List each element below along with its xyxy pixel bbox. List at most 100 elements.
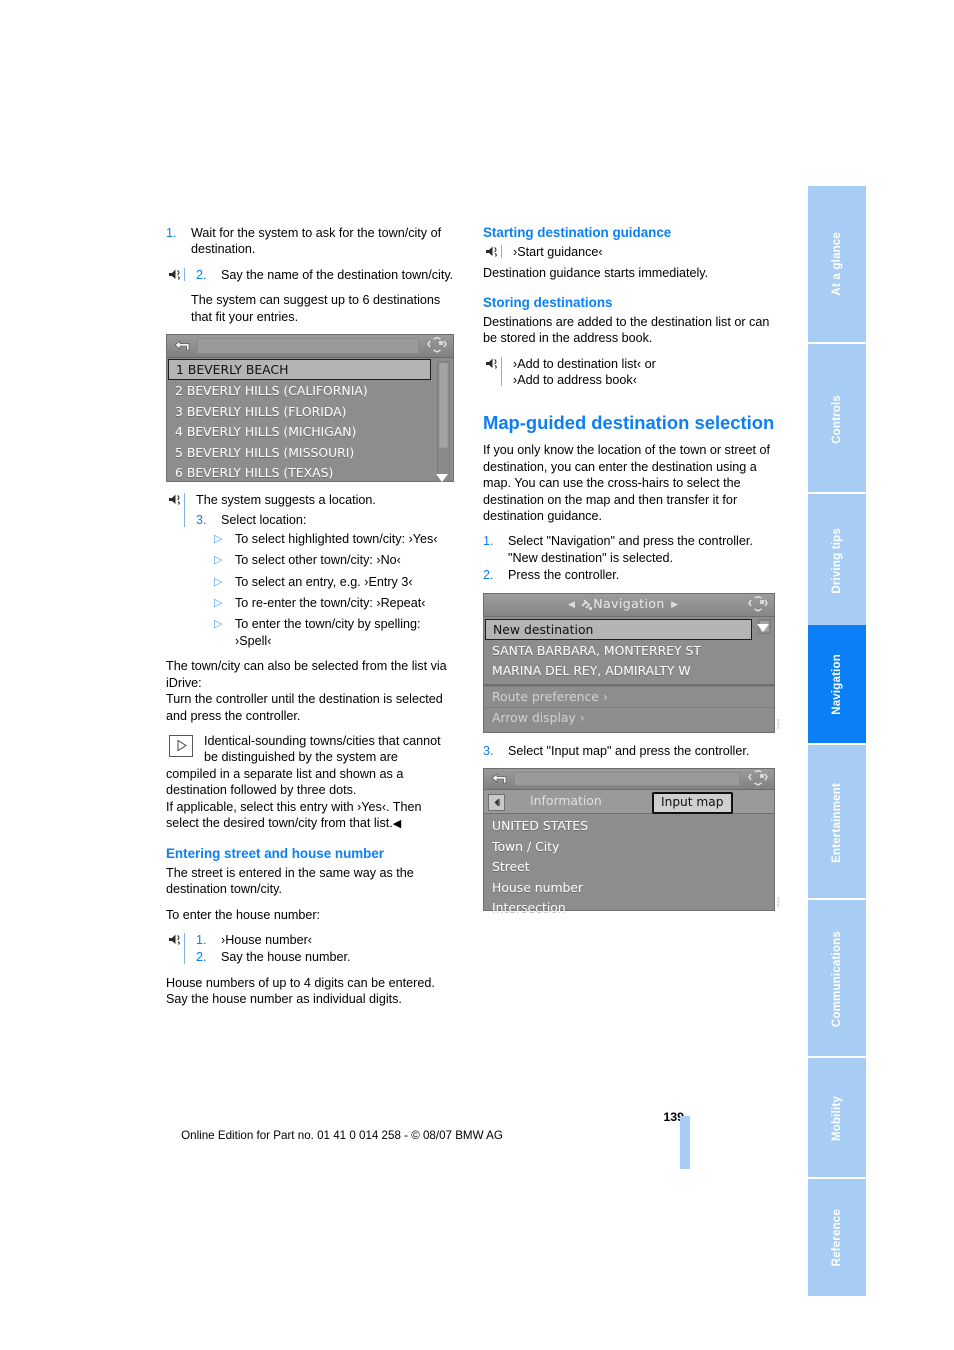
menu-item-route-preference[interactable]: Route preference ›	[484, 685, 774, 707]
next-menu-arrow-icon[interactable]: ▶	[671, 596, 678, 612]
map-steps: 1. Select "Navigation" and press the con…	[483, 533, 775, 583]
voice-steps-1: 1. Wait for the system to ask for the to…	[166, 225, 454, 258]
suggests-location-line: The system suggests a location.	[196, 493, 376, 508]
house-number-step-1: 1. ›House number‹	[196, 932, 454, 948]
screenshot-list: UNITED STATES Town / City Street House n…	[484, 814, 774, 919]
tab-input-map-selected[interactable]: Input map	[652, 792, 733, 815]
scroll-down-arrow-icon[interactable]	[757, 623, 769, 632]
voice-command-icon	[485, 356, 500, 371]
prev-tab-icon[interactable]	[488, 794, 505, 812]
store-command-2: ›Add to address book‹	[513, 373, 637, 388]
voice-command-block-3: 1. ›House number‹ 2. Say the house numbe…	[166, 932, 454, 966]
idrive-paragraph-2: Turn the controller until the destinatio…	[166, 692, 443, 723]
house-number-paragraph: House numbers of up to 4 digits can be e…	[166, 975, 435, 1007]
map-step-2: 2. Press the controller.	[483, 567, 775, 583]
prev-menu-arrow-icon[interactable]: ◀	[568, 596, 575, 612]
list-item[interactable]: UNITED STATES	[484, 816, 774, 837]
step-text: Say the name of the destination town/cit…	[221, 267, 454, 282]
start-guidance-command: ›Start guidance‹	[513, 244, 603, 259]
tab-label: Navigation	[831, 653, 843, 715]
list-item: ▷ To re-enter the town/city: ›Repeat‹	[214, 595, 454, 611]
four-way-cursor-icon[interactable]	[426, 337, 448, 355]
street-paragraph-2: To enter the house number:	[166, 907, 321, 922]
menu-item-arrow-display[interactable]: Arrow display ›	[484, 706, 774, 728]
idrive-screenshot-input-map: Information Input map UNITED STATES Town…	[483, 768, 781, 915]
heading-storing-destinations: Storing destinations	[483, 295, 613, 311]
list-item[interactable]: Intersection	[484, 898, 774, 919]
start-guidance-paragraph: Destination guidance starts immediately.	[483, 265, 709, 280]
list-item[interactable]: 3 BEVERLY HILLS (FLORIDA)	[167, 402, 453, 423]
house-number-step-2: 2. Say the house number.	[196, 949, 454, 965]
map-step-3: 3. Select "Input map" and press the cont…	[483, 743, 775, 759]
list-item[interactable]: MARINA DEL REY, ADMIRALTY W	[484, 661, 774, 682]
figure-id: BMW	[776, 897, 781, 909]
scrollbar-thumb[interactable]	[439, 363, 448, 449]
step-2: 2. Say the name of the destination town/…	[196, 267, 454, 283]
page-accent-bar	[680, 1116, 690, 1169]
four-way-cursor-icon[interactable]	[747, 595, 769, 614]
idrive-screenshot-navigation-menu: ◀ Navigation ▶ New destination SANTA BAR…	[483, 592, 781, 733]
voice-command-icon	[168, 492, 183, 507]
step-text: ›House number‹	[221, 933, 312, 948]
tab-mobility[interactable]: Mobility	[808, 1056, 866, 1179]
heading-starting-guidance: Starting destination guidance	[483, 225, 672, 240]
figure-id: BMW	[776, 719, 781, 730]
step-number: 1.	[483, 534, 494, 549]
tab-entertainment[interactable]: Entertainment	[808, 743, 866, 900]
tab-controls[interactable]: Controls	[808, 342, 866, 494]
tab-label: Mobility	[831, 1095, 843, 1142]
list-item[interactable]: SANTA BARBARA, MONTERREY ST	[484, 641, 774, 662]
list-item: ▷ To select highlighted town/city: ›Yes‹	[214, 531, 454, 547]
bullet-text: To select an entry, e.g. ›Entry 3‹	[235, 574, 413, 589]
idrive-screenshot-town-list: 1 BEVERLY BEACH 2 BEVERLY HILLS (CALIFOR…	[166, 334, 454, 484]
step-number: 2.	[483, 568, 494, 583]
list-item[interactable]: 5 BEVERLY HILLS (MISSOURI)	[167, 443, 453, 464]
tab-information[interactable]: Information	[530, 793, 602, 809]
tab-label: Reference	[831, 1208, 843, 1267]
list-item-selected[interactable]: New destination	[485, 618, 752, 640]
list-item[interactable]: Street	[484, 857, 774, 878]
bullet-text: To select highlighted town/city: ›Yes‹	[235, 531, 438, 546]
voice-rule	[184, 933, 185, 964]
screenshot-tabbar: Information Input map	[484, 790, 774, 815]
scroll-down-arrow-icon[interactable]	[436, 473, 448, 482]
step-number: 1.	[166, 226, 177, 240]
page-number: 139	[663, 1110, 684, 1124]
note-end-mark: ◀	[392, 817, 402, 830]
edition-footer: Online Edition for Part no. 01 41 0 014 …	[181, 1129, 503, 1142]
triangle-bullet-icon: ▷	[214, 554, 223, 567]
four-way-cursor-icon[interactable]	[747, 770, 769, 788]
tab-navigation[interactable]: Navigation	[808, 625, 866, 743]
section-tab-rail: At a glance Controls Driving tips Naviga…	[808, 186, 866, 1296]
list-item: ▷ To enter the town/city by spelling: ›S…	[214, 616, 454, 649]
voice-rule	[184, 493, 185, 527]
scrollbar[interactable]	[437, 361, 450, 482]
tab-communications[interactable]: Communications	[808, 898, 866, 1058]
bullet-text: To re-enter the town/city: ›Repeat‹	[235, 596, 426, 611]
left-column: 1. Wait for the system to ask for the to…	[166, 225, 454, 1017]
store-command-1: ›Add to destination list‹ or	[513, 356, 656, 371]
triangle-bullet-icon: ▷	[214, 618, 223, 631]
tab-driving-tips[interactable]: Driving tips	[808, 492, 866, 627]
tab-at-a-glance[interactable]: At a glance	[808, 186, 866, 342]
list-item[interactable]: House number	[484, 878, 774, 899]
list-item[interactable]: 2 BEVERLY HILLS (CALIFORNIA)	[167, 381, 453, 402]
back-arrow-icon[interactable]	[489, 771, 509, 787]
satellite-icon	[581, 599, 593, 610]
tab-reference[interactable]: Reference	[808, 1177, 866, 1296]
voice-command-block-start: ›Start guidance‹	[483, 244, 775, 260]
tab-label: Controls	[831, 394, 843, 444]
manual-page: At a glance Controls Driving tips Naviga…	[0, 0, 954, 1350]
back-arrow-icon[interactable]	[172, 338, 192, 354]
list-item[interactable]: Town / City	[484, 837, 774, 858]
step-1: 1. Wait for the system to ask for the to…	[166, 225, 454, 258]
list-item-selected[interactable]: 1 BEVERLY BEACH	[168, 359, 431, 381]
list-item[interactable]: 4 BEVERLY HILLS (MICHIGAN)	[167, 422, 453, 443]
step-number: 1.	[196, 933, 207, 948]
map-step-1: 1. Select "Navigation" and press the con…	[483, 533, 775, 566]
voice-command-icon	[168, 267, 183, 282]
list-item[interactable]: 6 BEVERLY HILLS (TEXAS)	[167, 463, 453, 484]
list-item: ▷ To select an entry, e.g. ›Entry 3‹	[214, 574, 454, 590]
tab-label: Communications	[831, 930, 843, 1028]
storing-paragraph: Destinations are added to the destinatio…	[483, 314, 770, 346]
